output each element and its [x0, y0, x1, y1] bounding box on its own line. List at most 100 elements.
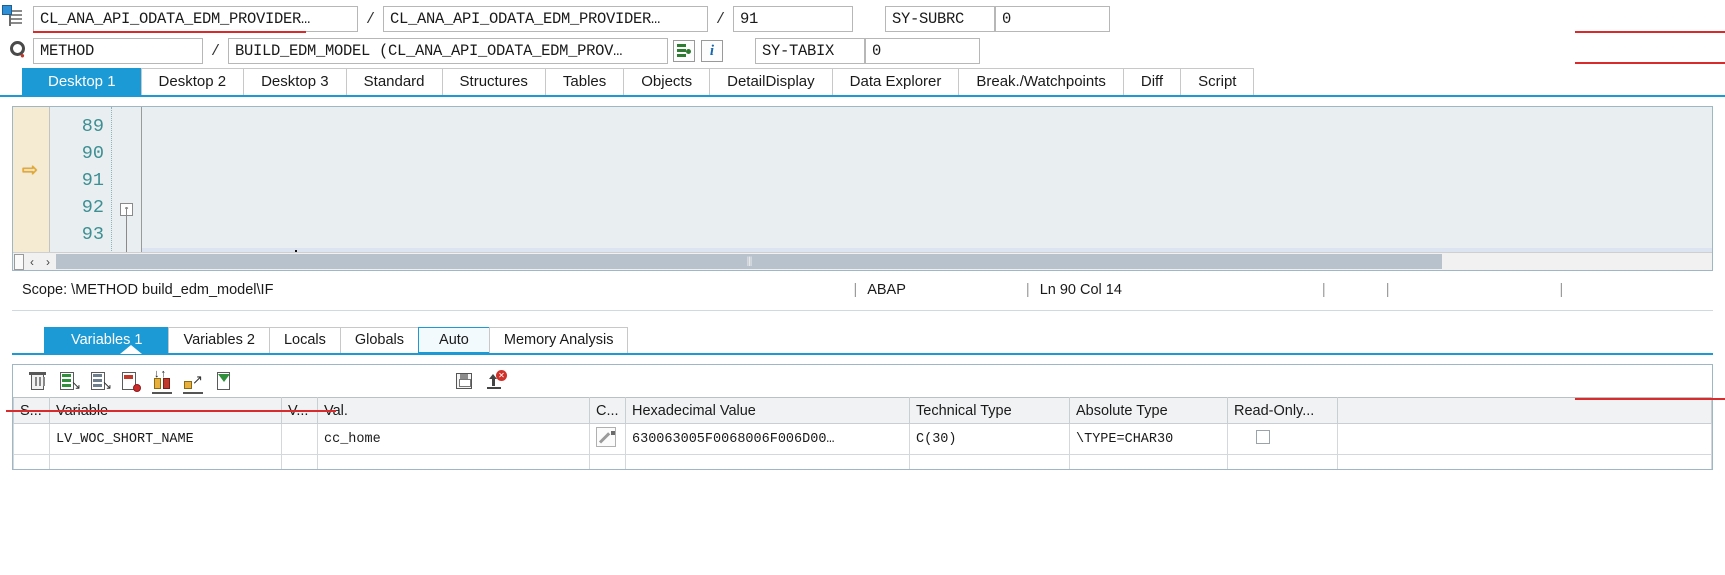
cell-variable-name[interactable]: [49, 454, 282, 469]
column-header-c[interactable]: C...: [589, 397, 626, 424]
variables-panel: ↘ ↘ ↓↑ ↗ ✕ S... Variable V... Val. C... …: [12, 364, 1713, 470]
line-number: 92: [81, 197, 104, 218]
filter-clipboard-icon[interactable]: [213, 370, 235, 392]
cell-value[interactable]: cc_home: [317, 423, 590, 455]
tab-script[interactable]: Script: [1180, 68, 1255, 95]
structure-icon[interactable]: [673, 40, 696, 62]
desktop-tab-bar: Desktop 1 Desktop 2 Desktop 3 Standard S…: [0, 68, 1725, 97]
editor-horizontal-scrollbar[interactable]: ‹ ›: [13, 252, 1712, 270]
status-separator-2: |: [1025, 282, 1030, 298]
event-name-field[interactable]: BUILD_EDM_MODEL (CL_ANA_API_ODATA_EDM_PR…: [228, 38, 669, 64]
column-header-hexadecimal[interactable]: Hexadecimal Value: [625, 397, 910, 424]
program-name-annotation: [33, 31, 306, 33]
scope-text: Scope: \METHOD build_edm_model\IF: [22, 282, 274, 298]
tab-diff[interactable]: Diff: [1122, 68, 1182, 95]
language-text: ABAP: [867, 282, 906, 298]
compare-columns-icon[interactable]: ↓↑: [151, 369, 173, 394]
cell-change-button[interactable]: [589, 423, 626, 455]
code-folding-gutter[interactable]: -: [112, 107, 142, 253]
cell-filler: [1337, 423, 1712, 455]
cell-absolute-type: [1069, 454, 1228, 469]
cell-absolute-type: \TYPE=CHAR30: [1069, 423, 1228, 455]
scroll-right-icon[interactable]: ›: [40, 255, 56, 269]
cell-hexadecimal-value: 630063005F0068006F006D00…: [625, 423, 910, 455]
panel-collapse-chevron-icon[interactable]: [120, 345, 142, 354]
breadcrumb-separator-1: /: [366, 10, 376, 28]
tab-desktop-3[interactable]: Desktop 3: [243, 68, 347, 95]
tab-tables[interactable]: Tables: [544, 68, 625, 95]
export-error-icon[interactable]: ✕: [484, 370, 507, 392]
column-header-read-only[interactable]: Read-Only...: [1227, 397, 1338, 424]
tab-objects[interactable]: Objects: [623, 68, 711, 95]
sy-tabix-value[interactable]: 0: [865, 38, 981, 64]
info-icon[interactable]: i: [701, 40, 724, 62]
cell-v: [281, 454, 318, 469]
delete-row-icon[interactable]: [120, 370, 142, 392]
tab-memory-analysis[interactable]: Memory Analysis: [488, 327, 629, 353]
variables-accent-divider: [12, 345, 1713, 355]
tab-globals[interactable]: Globals: [339, 327, 420, 353]
panel-divider: [12, 310, 1713, 311]
cell-hexadecimal-value: [625, 454, 910, 469]
cell-value[interactable]: [317, 454, 590, 469]
fold-guide-line: [126, 207, 127, 253]
status-separator-4: |: [1385, 282, 1390, 298]
code-text[interactable]: lv_woc_short_name = substring_before( va…: [142, 107, 1712, 253]
tab-desktop-1[interactable]: Desktop 1: [22, 68, 142, 95]
tab-detaildisplay[interactable]: DetailDisplay: [709, 68, 833, 95]
code-area[interactable]: ⇨ 89 90 91 92 93 94 - lv_woc_short_name …: [13, 107, 1712, 253]
source-code-editor[interactable]: ⇨ 89 90 91 92 93 94 - lv_woc_short_name …: [12, 106, 1713, 271]
event-type-field[interactable]: METHOD: [33, 38, 203, 64]
cell-change-button[interactable]: [589, 454, 626, 469]
status-separator-5: |: [1559, 282, 1564, 298]
variables-left-annotation: [6, 410, 336, 412]
header-right-annotation-2: [1575, 62, 1725, 64]
table-row[interactable]: [13, 454, 1712, 469]
column-header-value[interactable]: Val.: [317, 397, 590, 424]
current-line-field[interactable]: 91: [733, 6, 854, 32]
breadcrumb-row-program: CL_ANA_API_ODATA_EDM_PROVIDER… / CL_ANA_…: [0, 4, 1725, 34]
tab-structures[interactable]: Structures: [441, 68, 546, 95]
tab-variables-1[interactable]: Variables 1: [44, 327, 170, 353]
tab-break-watchpoints[interactable]: Break./Watchpoints: [958, 68, 1124, 95]
cell-variable-name[interactable]: LV_WOC_SHORT_NAME: [49, 423, 282, 455]
breadcrumb-separator-3: /: [211, 42, 221, 60]
tab-desktop-2[interactable]: Desktop 2: [140, 68, 245, 95]
tab-standard[interactable]: Standard: [345, 68, 443, 95]
save-icon[interactable]: [453, 370, 475, 392]
scrollbar-thumb[interactable]: [56, 254, 1442, 269]
cell-status: [13, 423, 50, 455]
debugger-header: CL_ANA_API_ODATA_EDM_PROVIDER… / CL_ANA_…: [0, 0, 1725, 68]
scrollbar-grip[interactable]: [14, 253, 24, 270]
tab-auto[interactable]: Auto: [418, 327, 490, 353]
sy-subrc-value[interactable]: 0: [995, 6, 1111, 32]
tab-locals[interactable]: Locals: [268, 327, 341, 353]
insert-row-icon[interactable]: ↘: [58, 370, 81, 392]
include-name-field[interactable]: CL_ANA_API_ODATA_EDM_PROVIDER…: [383, 6, 709, 32]
variables-toolbar: ↘ ↘ ↓↑ ↗ ✕: [13, 365, 1712, 397]
pencil-icon[interactable]: [596, 427, 616, 447]
cell-read-only[interactable]: [1227, 423, 1338, 455]
cell-technical-type: C(30): [909, 423, 1070, 455]
breakpoint-gutter[interactable]: ⇨: [13, 107, 50, 253]
editor-status-bar: Scope: \METHOD build_edm_model\IF | ABAP…: [0, 277, 1725, 303]
read-only-checkbox[interactable]: [1256, 430, 1270, 444]
cell-read-only[interactable]: [1227, 454, 1338, 469]
tab-variables-2[interactable]: Variables 2: [168, 327, 270, 353]
column-header-technical-type[interactable]: Technical Type: [909, 397, 1070, 424]
breadcrumb-row-event: ● METHOD / BUILD_EDM_MODEL (CL_ANA_API_O…: [0, 36, 1725, 66]
program-name-field[interactable]: CL_ANA_API_ODATA_EDM_PROVIDER…: [33, 6, 358, 32]
program-icon: [6, 7, 28, 30]
breadcrumb-separator-2: /: [716, 10, 726, 28]
column-header-absolute-type[interactable]: Absolute Type: [1069, 397, 1228, 424]
column-header-filler: [1337, 397, 1712, 424]
copy-row-icon[interactable]: ↘: [89, 370, 112, 392]
tab-data-explorer[interactable]: Data Explorer: [831, 68, 960, 95]
table-row[interactable]: LV_WOC_SHORT_NAME cc_home 630063005F0068…: [13, 423, 1712, 455]
goto-icon[interactable]: ↗: [182, 370, 204, 394]
scroll-left-icon[interactable]: ‹: [24, 255, 40, 269]
delete-icon[interactable]: [27, 370, 49, 392]
variables-right-annotation: [1575, 398, 1725, 400]
line-number: 91: [81, 170, 104, 191]
